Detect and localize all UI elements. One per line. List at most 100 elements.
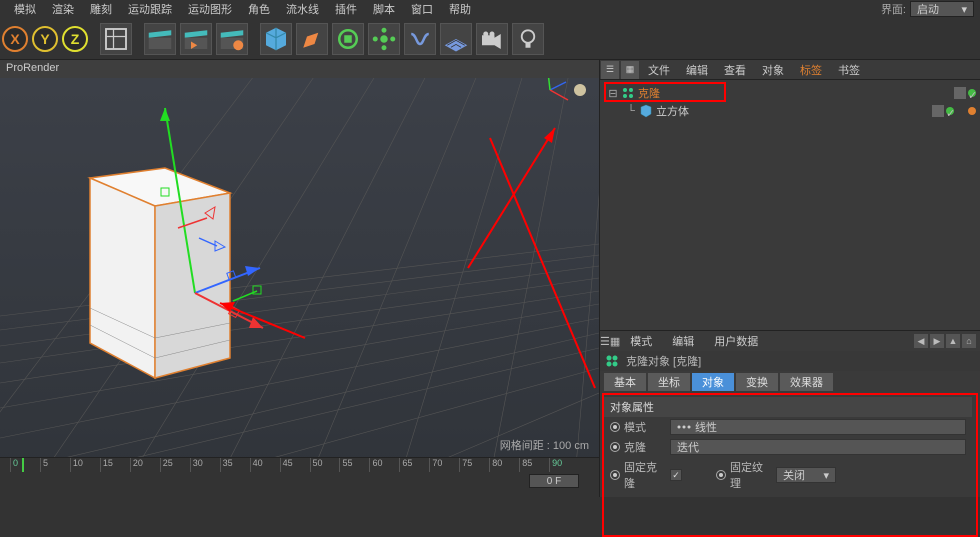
menu-simulate[interactable]: 模拟 [6,1,44,17]
menu-pipeline[interactable]: 流水线 [278,1,327,17]
nav-fwd-button[interactable]: ▶ [930,334,944,348]
timeline[interactable]: 0 5 10 15 20 25 30 35 40 45 50 55 60 65 … [0,457,599,497]
tick-50: 50 [310,458,340,472]
grid-background [0,78,599,457]
layout-dropdown[interactable]: 启动 ▾ [910,1,974,17]
camera-button[interactable] [476,23,508,55]
deformer-button[interactable] [404,23,436,55]
attr-menu-userdata[interactable]: 用户数据 [704,333,768,349]
cube-icon [261,24,291,54]
tree-row-cube[interactable]: └ 立方体 ✓ [604,102,976,120]
render-view-button[interactable] [144,23,176,55]
menu-plugins[interactable]: 插件 [327,1,365,17]
axis-x-button[interactable]: X [2,26,28,52]
timeline-ruler[interactable]: 0 5 10 15 20 25 30 35 40 45 50 55 60 65 … [10,458,579,472]
spline-button[interactable] [296,23,328,55]
light-icon [513,24,543,54]
menu-scripts[interactable]: 脚本 [365,1,403,17]
tab-effectors[interactable]: 效果器 [780,373,833,391]
cube-icon-small [639,104,653,118]
tick-85: 85 [519,458,549,472]
tab-object[interactable]: 对象 [692,373,734,391]
tick-40: 40 [250,458,280,472]
clapper-gear-icon [217,24,247,54]
tick-10: 10 [70,458,100,472]
floor-icon [441,24,471,54]
obj-menu-file[interactable]: 文件 [640,62,678,78]
tick-60: 60 [369,458,399,472]
layout-value: 启动 [917,1,939,17]
obj-menu-bookmarks[interactable]: 书签 [830,62,868,78]
tree-label-cube[interactable]: 立方体 [656,103,689,119]
tick-55: 55 [339,458,369,472]
tick-25: 25 [160,458,190,472]
board-icon [101,24,131,54]
tree-child-connector: └ [626,105,636,117]
light-button[interactable] [512,23,544,55]
menu-mograph[interactable]: 运动图形 [180,1,240,17]
tick-0: 0 [10,458,40,472]
obj-menu-view[interactable]: 查看 [716,62,754,78]
nav-back-button[interactable]: ◀ [914,334,928,348]
panel-menu-icon[interactable]: ☰ [601,61,619,79]
tick-30: 30 [190,458,220,472]
annotation-red-frame-props [602,393,978,537]
attr-menu-icon[interactable]: ☰ [600,335,610,348]
object-manager[interactable]: ⊟ 克隆 ✓ └ 立方体 ✓ [600,80,980,330]
chevron-down-icon: ▾ [961,3,967,16]
layer-toggle-cube[interactable] [932,105,944,117]
tick-45: 45 [280,458,310,472]
layer-toggle[interactable] [954,87,966,99]
attr-menu-mode[interactable]: 模式 [620,333,662,349]
tab-coord[interactable]: 坐标 [648,373,690,391]
picture-viewer-button[interactable] [216,23,248,55]
render-region-button[interactable] [180,23,212,55]
generator-button[interactable] [332,23,364,55]
annotation-red-frame-cloner [604,82,726,102]
obj-menu-objects[interactable]: 对象 [754,62,792,78]
layout-label: 界面: [881,1,906,17]
tab-basic[interactable]: 基本 [604,373,646,391]
array-button[interactable] [368,23,400,55]
panel-view-icon[interactable]: ▦ [621,61,639,79]
obj-menu-tags[interactable]: 标签 [792,62,830,78]
cloner-icon-title [604,353,620,369]
menu-render[interactable]: 渲染 [44,1,82,17]
attr-title-text: 克隆对象 [克隆] [626,353,701,369]
tick-5: 5 [40,458,70,472]
nav-home-button[interactable]: ⌂ [962,334,976,348]
obj-menu-edit[interactable]: 编辑 [678,62,716,78]
generator-icon [333,24,363,54]
cube-primitive-button[interactable] [260,23,292,55]
attr-view-icon[interactable]: ▦ [610,335,620,348]
tick-90: 90 [549,458,579,472]
current-frame-field[interactable]: 0 F [529,474,579,488]
axis-y-button[interactable]: Y [32,26,58,52]
nav-up-button[interactable]: ▲ [946,334,960,348]
attr-menu-edit[interactable]: 编辑 [662,333,704,349]
tab-transform[interactable]: 变换 [736,373,778,391]
menu-help[interactable]: 帮助 [441,1,479,17]
viewport-3d[interactable]: 网格间距 : 100 cm [0,78,599,457]
tick-75: 75 [459,458,489,472]
camera-icon [477,24,507,54]
tick-80: 80 [489,458,519,472]
visible-toggle-cube[interactable]: ✓ [946,107,954,115]
menu-character[interactable]: 角色 [240,1,278,17]
timeline-playhead[interactable] [22,458,24,472]
menu-window[interactable]: 窗口 [403,1,441,17]
menu-mottrack[interactable]: 运动跟踪 [120,1,180,17]
pen-icon [297,24,327,54]
axis-z-button[interactable]: Z [62,26,88,52]
floor-button[interactable] [440,23,472,55]
tick-70: 70 [429,458,459,472]
menu-sculpt[interactable]: 雕刻 [82,1,120,17]
viewport-grid-label: 网格间距 : 100 cm [500,437,589,453]
tag-phong[interactable] [968,107,976,115]
visible-toggle[interactable]: ✓ [968,89,976,97]
clapper2-icon [181,24,211,54]
deformer-icon [405,24,435,54]
render-settings-button[interactable] [100,23,132,55]
tick-35: 35 [220,458,250,472]
tick-15: 15 [100,458,130,472]
